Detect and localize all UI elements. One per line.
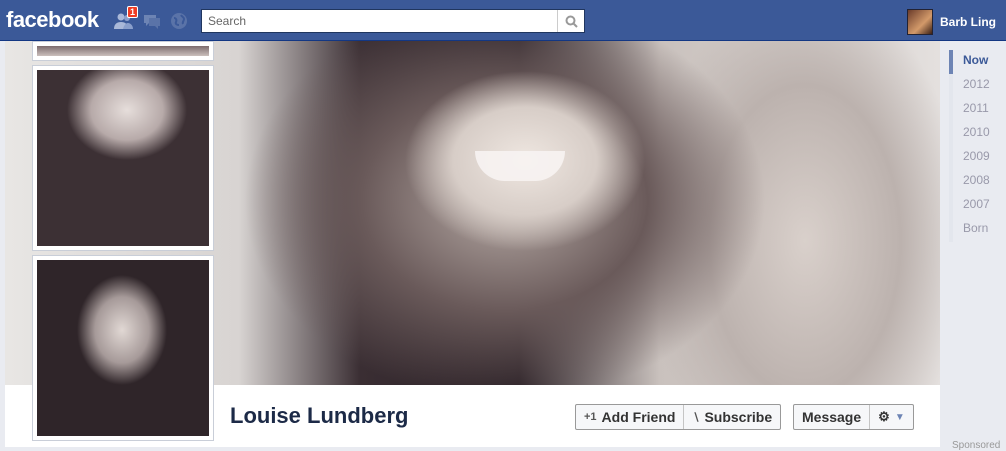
timeline-item-2008[interactable]: 2008 bbox=[949, 170, 999, 194]
user-profile-link[interactable]: Barb Ling bbox=[907, 9, 996, 35]
message-button-group: Message ⚙ ▼ bbox=[793, 404, 914, 430]
search-button[interactable] bbox=[557, 10, 584, 32]
timeline-item-2007[interactable]: 2007 bbox=[949, 194, 999, 218]
notifications-globe-icon[interactable] bbox=[169, 12, 189, 30]
search-icon bbox=[565, 15, 578, 28]
photo-thumbnail[interactable] bbox=[32, 65, 214, 251]
rss-icon: ∖ bbox=[692, 411, 700, 424]
timeline-navigation: Now 2012 2011 2010 2009 2008 2007 Born bbox=[949, 50, 999, 242]
gear-icon: ⚙ bbox=[878, 409, 890, 424]
notification-badge: 1 bbox=[127, 6, 139, 18]
timeline-item-now[interactable]: Now bbox=[949, 50, 999, 74]
timeline-item-born[interactable]: Born bbox=[949, 218, 999, 242]
timeline-item-2012[interactable]: 2012 bbox=[949, 74, 999, 98]
photo-image bbox=[37, 70, 209, 246]
timeline-item-2009[interactable]: 2009 bbox=[949, 146, 999, 170]
chevron-down-icon: ▼ bbox=[894, 411, 905, 423]
subscribe-label: Subscribe bbox=[704, 409, 773, 425]
avatar[interactable] bbox=[907, 9, 933, 35]
add-friend-icon: +1 bbox=[584, 411, 597, 423]
photo-thumbnail[interactable] bbox=[32, 41, 214, 61]
photo-image bbox=[37, 260, 209, 436]
profile-picture[interactable] bbox=[32, 255, 214, 441]
message-button[interactable]: Message bbox=[794, 405, 869, 429]
message-label: Message bbox=[802, 409, 862, 425]
timeline-item-2011[interactable]: 2011 bbox=[949, 98, 999, 122]
photo-image bbox=[37, 46, 209, 56]
search-box bbox=[201, 9, 585, 33]
subscribe-button[interactable]: ∖ Subscribe bbox=[683, 405, 780, 429]
add-friend-button[interactable]: +1 Add Friend bbox=[576, 405, 683, 429]
settings-dropdown-button[interactable]: ⚙ ▼ bbox=[869, 405, 913, 429]
profile-name[interactable]: Louise Lundberg bbox=[230, 403, 408, 429]
top-navigation-bar: facebook 1 Barb Ling bbox=[0, 0, 1006, 41]
facebook-logo[interactable]: facebook bbox=[6, 7, 99, 33]
timeline-item-2010[interactable]: 2010 bbox=[949, 122, 999, 146]
friend-button-group: +1 Add Friend ∖ Subscribe bbox=[575, 404, 782, 430]
user-name[interactable]: Barb Ling bbox=[940, 15, 996, 29]
sponsored-label: Sponsored bbox=[952, 440, 1001, 451]
profile-main: Louise Lundberg +1 Add Friend ∖ Subscrib… bbox=[5, 41, 940, 447]
messages-icon[interactable] bbox=[142, 12, 162, 30]
search-input[interactable] bbox=[202, 10, 557, 32]
add-friend-label: Add Friend bbox=[601, 409, 676, 425]
